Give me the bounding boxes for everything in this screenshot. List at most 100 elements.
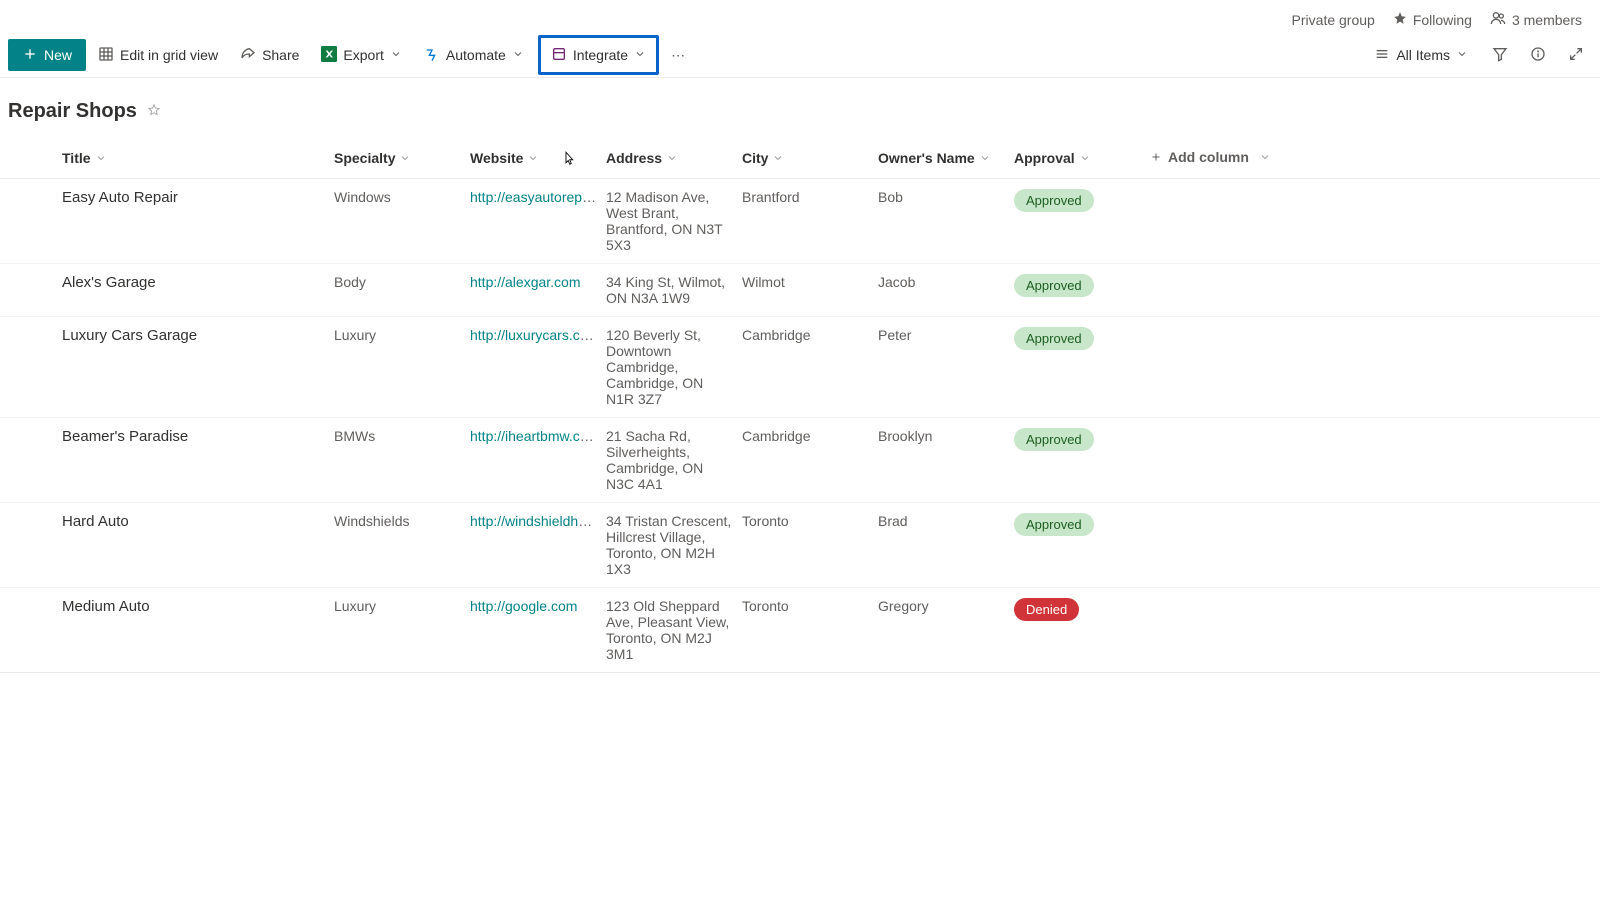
list-icon <box>1374 46 1390 65</box>
cell-address: 12 Madison Ave, West Brant, Brantford, O… <box>606 179 742 263</box>
cell-title: Medium Auto <box>62 588 334 625</box>
cell-city: Cambridge <box>742 317 878 353</box>
website-link[interactable]: http://luxurycars.com <box>470 327 599 343</box>
website-link[interactable]: http://iheartbmw.com <box>470 428 599 444</box>
cell-website: http://alexgar.com <box>470 264 606 300</box>
share-button[interactable]: Share <box>230 39 309 71</box>
cell-owner: Brooklyn <box>878 418 1014 454</box>
integrate-label: Integrate <box>573 47 628 63</box>
edit-grid-label: Edit in grid view <box>120 47 218 63</box>
filter-icon <box>1492 46 1508 65</box>
list-table: Title Specialty Website Address City Own… <box>0 137 1600 673</box>
col-title[interactable]: Title <box>62 150 107 166</box>
chevron-down-icon <box>512 47 524 63</box>
cell-city: Cambridge <box>742 418 878 454</box>
cell-owner: Brad <box>878 503 1014 539</box>
site-meta-row: Private group Following 3 members <box>0 0 1600 33</box>
col-website[interactable]: Website <box>470 150 539 166</box>
cell-specialty: Luxury <box>334 317 470 353</box>
cell-title: Easy Auto Repair <box>62 179 334 216</box>
info-button[interactable] <box>1522 39 1554 71</box>
chevron-down-icon <box>1456 47 1468 63</box>
approval-badge: Approved <box>1014 327 1094 350</box>
cell-approval: Approved <box>1014 264 1150 307</box>
cell-specialty: Windshields <box>334 503 470 539</box>
cell-approval: Approved <box>1014 179 1150 222</box>
share-label: Share <box>262 47 299 63</box>
col-owner[interactable]: Owner's Name <box>878 150 991 166</box>
excel-icon <box>321 46 337 65</box>
cell-city: Wilmot <box>742 264 878 300</box>
col-approval[interactable]: Approval <box>1014 150 1091 166</box>
table-row[interactable]: Hard Auto Windshields http://windshieldh… <box>0 503 1600 588</box>
export-button[interactable]: Export <box>311 39 411 71</box>
cell-approval: Denied <box>1014 588 1150 631</box>
group-type-label: Private group <box>1292 12 1375 28</box>
automate-label: Automate <box>446 47 506 63</box>
edit-grid-button[interactable]: Edit in grid view <box>88 39 228 71</box>
powerapps-icon <box>551 46 567 65</box>
list-title: Repair Shops <box>8 100 137 123</box>
integrate-button[interactable]: Integrate <box>538 35 659 75</box>
approval-badge: Approved <box>1014 428 1094 451</box>
table-row[interactable]: Easy Auto Repair Windows http://easyauto… <box>0 179 1600 264</box>
cell-address: 123 Old Sheppard Ave, Pleasant View, Tor… <box>606 588 742 672</box>
favorite-button[interactable] <box>147 103 161 120</box>
col-city[interactable]: City <box>742 150 784 166</box>
col-specialty[interactable]: Specialty <box>334 150 411 166</box>
expand-icon <box>1568 46 1584 65</box>
following-toggle[interactable]: Following <box>1393 11 1472 28</box>
cell-title: Hard Auto <box>62 503 334 540</box>
cell-address: 34 Tristan Crescent, Hillcrest Village, … <box>606 503 742 587</box>
command-bar: New Edit in grid view Share Export Autom… <box>0 33 1600 78</box>
grid-icon <box>98 46 114 65</box>
following-label: Following <box>1413 12 1472 28</box>
export-label: Export <box>343 47 383 63</box>
people-icon <box>1490 10 1506 29</box>
info-icon <box>1530 46 1546 65</box>
view-name-label: All Items <box>1396 47 1450 63</box>
view-selector[interactable]: All Items <box>1364 39 1478 71</box>
website-link[interactable]: http://google.com <box>470 598 577 614</box>
more-commands-button[interactable]: ⋯ <box>663 47 693 64</box>
cell-owner: Bob <box>878 179 1014 215</box>
cell-city: Toronto <box>742 503 878 539</box>
cell-website: http://iheartbmw.com <box>470 418 606 454</box>
new-label: New <box>44 47 72 63</box>
cell-approval: Approved <box>1014 418 1150 461</box>
cell-city: Brantford <box>742 179 878 215</box>
star-icon <box>1393 11 1407 28</box>
cell-city: Toronto <box>742 588 878 624</box>
table-row[interactable]: Medium Auto Luxury http://google.com 123… <box>0 588 1600 673</box>
table-header-row: Title Specialty Website Address City Own… <box>0 137 1600 179</box>
cell-approval: Approved <box>1014 317 1150 360</box>
approval-badge: Approved <box>1014 274 1094 297</box>
website-link[interactable]: http://easyautorepair.c... <box>470 189 606 205</box>
cell-title: Luxury Cars Garage <box>62 317 334 354</box>
approval-badge: Approved <box>1014 189 1094 212</box>
add-column-button[interactable]: Add column <box>1150 149 1271 165</box>
cell-address: 21 Sacha Rd, Silverheights, Cambridge, O… <box>606 418 742 502</box>
table-row[interactable]: Beamer's Paradise BMWs http://iheartbmw.… <box>0 418 1600 503</box>
cell-title: Alex's Garage <box>62 264 334 301</box>
table-row[interactable]: Luxury Cars Garage Luxury http://luxuryc… <box>0 317 1600 418</box>
col-address[interactable]: Address <box>606 150 678 166</box>
members-count-label: 3 members <box>1512 12 1582 28</box>
filter-button[interactable] <box>1484 39 1516 71</box>
cell-approval: Approved <box>1014 503 1150 546</box>
cell-specialty: Windows <box>334 179 470 215</box>
table-row[interactable]: Alex's Garage Body http://alexgar.com 34… <box>0 264 1600 317</box>
new-button[interactable]: New <box>8 39 86 71</box>
cell-specialty: Luxury <box>334 588 470 624</box>
expand-button[interactable] <box>1560 39 1592 71</box>
cell-title: Beamer's Paradise <box>62 418 334 455</box>
cell-website: http://luxurycars.com <box>470 317 606 353</box>
automate-button[interactable]: Automate <box>414 39 534 71</box>
website-link[interactable]: http://alexgar.com <box>470 274 581 290</box>
cell-owner: Jacob <box>878 264 1014 300</box>
cell-address: 120 Beverly St, Downtown Cambridge, Camb… <box>606 317 742 417</box>
cell-website: http://windshieldharda... <box>470 503 606 539</box>
members-link[interactable]: 3 members <box>1490 10 1582 29</box>
approval-badge: Approved <box>1014 513 1094 536</box>
website-link[interactable]: http://windshieldharda... <box>470 513 606 529</box>
